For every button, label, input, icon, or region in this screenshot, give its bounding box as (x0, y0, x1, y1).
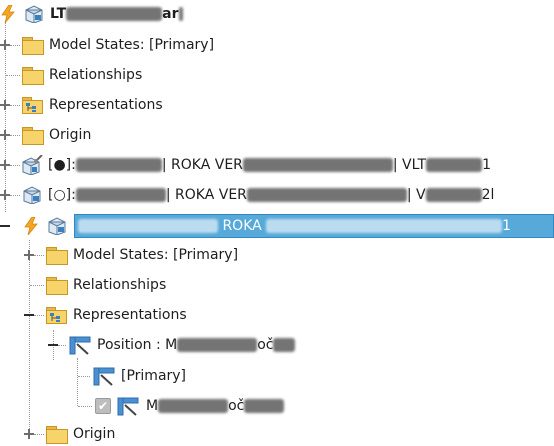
tree-guide-line (58, 345, 66, 346)
expand-icon[interactable] (0, 130, 10, 140)
tree-guide-line (10, 45, 20, 46)
expand-icon[interactable] (0, 40, 10, 50)
occurrence-prefix: [●]: (48, 157, 76, 173)
position-child-label: M (146, 398, 159, 414)
position-icon (117, 397, 139, 416)
folder-icon (22, 127, 44, 145)
position-icon (69, 336, 91, 355)
collapse-icon[interactable] (0, 221, 10, 231)
tree-guide-line (10, 165, 20, 166)
expand-icon[interactable] (24, 429, 34, 439)
active-checkbox[interactable]: ✔ (95, 398, 111, 414)
tree-guide-line (10, 195, 20, 196)
occurrence-mid: | ROKA VER (165, 187, 247, 203)
redacted-text (242, 158, 393, 172)
occurrence-tail: | V (406, 187, 426, 203)
redacted-text (75, 188, 166, 202)
tree-node-origin[interactable]: Origin (0, 422, 554, 446)
part-icon (25, 5, 43, 23)
position-child-suffix: oč (228, 398, 245, 414)
redacted-text (75, 158, 162, 172)
occurrence-tail: | VLT (392, 157, 427, 173)
tree-guide-line (34, 434, 44, 435)
tree-node-label: Representations (73, 307, 187, 323)
redacted-text (178, 7, 183, 21)
folder-icon (22, 37, 44, 55)
tree-node-origin[interactable]: Origin (0, 123, 554, 147)
occurrence-prefix: [○]: (48, 187, 76, 203)
occurrence-end: 1 (482, 157, 491, 173)
tree-node-occurrence[interactable]: [○]: | ROKA VER | V 2l (0, 183, 554, 207)
redacted-text (425, 188, 482, 202)
position-icon (93, 367, 115, 386)
lightning-icon (24, 217, 38, 235)
representations-folder-icon (46, 307, 67, 324)
selected-node-mid: ROKA (222, 218, 262, 234)
tree-guide-line (6, 75, 20, 76)
tree-node-label: Relationships (49, 67, 143, 83)
part-icon (48, 217, 66, 235)
collapse-icon[interactable] (24, 310, 34, 320)
redacted-text (266, 219, 503, 233)
model-browser-tree: LT ar Model States: [Primary] Relationshi… (0, 0, 554, 444)
expand-icon[interactable] (0, 190, 10, 200)
tree-node-representations[interactable]: Representations (0, 303, 554, 327)
collapse-icon[interactable] (48, 340, 58, 350)
tree-node-relationships[interactable]: Relationships (0, 273, 554, 297)
tree-guide-line (34, 255, 44, 256)
lightning-icon (1, 5, 15, 23)
expand-icon[interactable] (24, 250, 34, 260)
redacted-text (244, 399, 285, 413)
folder-icon (46, 277, 68, 295)
redacted-text (273, 338, 296, 352)
folder-icon (22, 67, 44, 85)
representations-folder-icon (22, 97, 43, 114)
tree-guide-line (10, 135, 20, 136)
tree-node-relationships[interactable]: Relationships (0, 63, 554, 87)
tree-node-model-states[interactable]: Model States: [Primary] (0, 243, 554, 267)
tree-node-label: Representations (49, 97, 163, 113)
tree-guide-line (78, 406, 92, 407)
tree-guide-line (10, 105, 20, 106)
top-node-suffix: ar (162, 6, 179, 22)
tree-node-position-primary[interactable]: [Primary] (0, 364, 554, 388)
position-suffix: oč (257, 337, 274, 353)
tree-node-selected[interactable]: ROKA 1 (0, 214, 554, 238)
tree-node-position-active[interactable]: ✔ Moč (0, 394, 554, 418)
tree-node-label: Origin (73, 426, 116, 442)
tree-guide-line (34, 315, 44, 316)
folder-icon (46, 426, 68, 444)
tree-node-label: Model States: [Primary] (49, 37, 215, 53)
position-label: Position : M (97, 337, 178, 353)
occurrence-end: 2l (481, 187, 495, 203)
redacted-text (78, 219, 218, 233)
tree-node-label: Origin (49, 127, 92, 143)
expand-icon[interactable] (0, 160, 10, 170)
redacted-text (246, 188, 407, 202)
redacted-text (158, 399, 229, 413)
redacted-text (66, 7, 163, 21)
selected-node-end: 1 (502, 218, 512, 234)
tree-node-model-states[interactable]: Model States: [Primary] (0, 33, 554, 57)
expand-icon[interactable] (0, 100, 10, 110)
tree-node-top[interactable]: LT ar (0, 2, 554, 26)
occurrence-mid: | ROKA VER (161, 157, 243, 173)
tree-node-position[interactable]: Position : M oč (0, 333, 554, 357)
redacted-text (426, 158, 483, 172)
part-pin-icon (22, 155, 43, 175)
tree-node-label: Relationships (73, 277, 167, 293)
tree-node-occurrence[interactable]: [●]: | ROKA VER | VLT 1 (0, 153, 554, 177)
redacted-text (177, 338, 258, 352)
tree-guide-line (78, 376, 90, 377)
tree-node-representations[interactable]: Representations (0, 93, 554, 117)
folder-icon (46, 247, 68, 265)
tree-guide-line (30, 285, 44, 286)
tree-node-label: Model States: [Primary] (73, 247, 239, 263)
part-icon (23, 186, 41, 204)
top-node-prefix: LT (50, 6, 67, 22)
tree-node-label: [Primary] (121, 368, 187, 384)
